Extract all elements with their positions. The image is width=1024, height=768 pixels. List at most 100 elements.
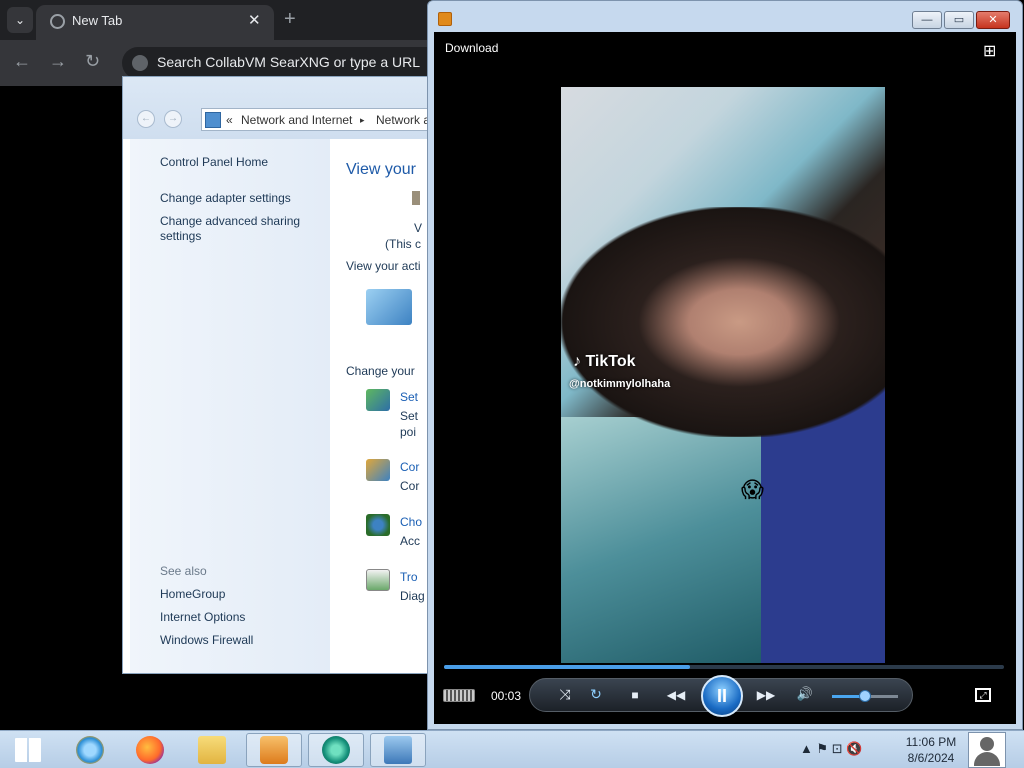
volume-slider[interactable] [832, 690, 898, 702]
shuffle-button[interactable]: ⤨ [554, 686, 576, 703]
taskbar-file-explorer[interactable] [184, 733, 240, 767]
ie-icon [76, 736, 104, 764]
network-map-label: V [414, 221, 423, 235]
browser-tab-bar: ⌄ New Tab ✕ + [0, 0, 430, 40]
new-tab-button[interactable]: + [284, 8, 296, 31]
see-also-internet-options[interactable]: Internet Options [160, 610, 245, 625]
homegroup-icon [366, 514, 390, 536]
control-panel-frame: ← → « Network and Internet ▸ Network a [123, 77, 427, 139]
media-player-window: — ▭ ✕ Download ⊞ ♪ TikTok @notkimmylolha… [427, 0, 1023, 730]
see-also-heading: See also [160, 564, 207, 578]
explorer-icon [198, 736, 226, 764]
active-networks-heading: View your acti [346, 259, 421, 273]
search-engine-icon [132, 55, 148, 71]
change-settings-heading: Change your [346, 364, 415, 378]
tiktok-watermark: ♪ TikTok [573, 353, 636, 370]
next-button[interactable]: ▶▶ [750, 688, 782, 702]
video-frame[interactable]: ♪ TikTok @notkimmylolhaha 😱 [561, 87, 885, 663]
minimize-button[interactable]: — [912, 11, 942, 29]
taskbar-internet-explorer[interactable] [62, 733, 118, 767]
tiktok-handle: @notkimmylolhaha [569, 378, 671, 390]
breadcrumb-separator: « [226, 113, 233, 127]
cp-address-bar[interactable]: « Network and Internet ▸ Network a [201, 108, 427, 131]
task-desc-setup-2: poi [400, 425, 417, 439]
taskbar-control-panel[interactable] [370, 733, 426, 767]
firefox-icon [136, 736, 164, 764]
previous-button[interactable]: ◀◀ [660, 688, 692, 702]
sidebar-change-adapter-settings[interactable]: Change adapter settings [160, 191, 291, 206]
see-also-homegroup[interactable]: HomeGroup [160, 587, 225, 602]
clock-time: 11:06 PM [905, 735, 957, 749]
close-button[interactable]: ✕ [976, 11, 1010, 29]
user-head-icon [980, 737, 994, 751]
task-link-connect[interactable]: Cor [400, 460, 419, 474]
forward-button[interactable]: → [49, 51, 67, 72]
taskbar: ▲ ⚑ ⊡ 🔇 11:06 PM 8/6/2024 [0, 730, 1024, 768]
see-also-windows-firewall[interactable]: Windows Firewall [160, 633, 253, 648]
scream-emoji: 😱 [741, 477, 764, 502]
taskbar-firefox[interactable] [122, 733, 178, 767]
media-player-icon [438, 12, 452, 26]
page-title: View your [346, 161, 416, 178]
fullscreen-icon[interactable]: ⤢ [975, 688, 991, 702]
reload-button[interactable]: ↻ [85, 51, 100, 72]
troubleshoot-icon [366, 569, 390, 591]
repeat-button[interactable]: ↻ [585, 686, 607, 703]
task-desc-homegroup: Acc [400, 534, 421, 548]
taskbar-messenger[interactable] [308, 733, 364, 767]
tab-favicon-icon [50, 14, 65, 29]
task-link-troubleshoot[interactable]: Tro [400, 570, 418, 584]
clock-date: 8/6/2024 [907, 751, 955, 765]
task-desc-setup-1: Set [400, 409, 419, 423]
download-label[interactable]: Download [445, 41, 498, 55]
control-panel-icon [205, 112, 221, 128]
cp-back-button[interactable]: ← [137, 110, 155, 128]
control-panel-window: ← → « Network and Internet ▸ Network a C… [122, 76, 428, 674]
breadcrumb-arrow-icon[interactable]: ▸ [360, 115, 365, 126]
task-desc-troubleshoot: Diag [400, 589, 425, 603]
transport-controls: ⤨ ↻ ■ ◀◀ II ▶▶ 🔊 [529, 675, 913, 717]
user-avatar[interactable] [968, 732, 1006, 768]
seek-bar[interactable] [444, 665, 1004, 669]
switch-to-library-icon[interactable]: ⊞ [983, 41, 996, 61]
mute-button[interactable]: 🔊 [794, 686, 816, 702]
seek-bar-progress [444, 665, 691, 669]
elapsed-time: 00:03 [491, 689, 522, 703]
task-link-setup[interactable]: Set [400, 390, 418, 404]
grip-icon [443, 689, 475, 702]
network-building-icon [366, 289, 412, 325]
user-body-icon [974, 752, 1000, 766]
back-button[interactable]: ← [13, 51, 31, 72]
messenger-icon [322, 736, 350, 764]
start-icon [15, 738, 41, 762]
taskbar-media-player[interactable] [246, 733, 302, 767]
breadcrumb-network-sharing[interactable]: Network a [376, 113, 427, 127]
restore-button[interactable]: ▭ [944, 11, 974, 29]
task-link-homegroup[interactable]: Cho [400, 515, 422, 529]
sidebar-change-advanced-sharing[interactable]: Change advanced sharing settings [160, 214, 310, 244]
notification-tray[interactable]: ▲ ⚑ ⊡ 🔇 [800, 741, 862, 757]
setup-connection-icon [366, 389, 390, 411]
tab-close-icon[interactable]: ✕ [248, 11, 261, 29]
clock[interactable]: 11:06 PM 8/6/2024 [900, 734, 962, 766]
cp-main-pane: View your V (This c View your acti Chang… [330, 139, 427, 673]
breadcrumb-network-and-internet[interactable]: Network and Internet [241, 113, 352, 127]
cp-forward-button[interactable]: → [164, 110, 182, 128]
network-map-icon [412, 191, 420, 205]
stop-button[interactable]: ■ [624, 688, 646, 702]
network-map-note: (This c [385, 237, 421, 251]
video-stage[interactable]: Download ⊞ ♪ TikTok @notkimmylolhaha 😱 0… [434, 32, 1016, 724]
sidebar-control-panel-home[interactable]: Control Panel Home [160, 155, 268, 170]
video-pool-region [561, 417, 771, 663]
tab-title: New Tab [72, 13, 123, 28]
browser-tab[interactable]: New Tab ✕ [36, 5, 274, 40]
start-button[interactable] [0, 733, 56, 767]
media-player-taskbar-icon [260, 736, 288, 764]
cp-sidebar: Control Panel Home Change adapter settin… [130, 139, 330, 673]
tab-search-button[interactable]: ⌄ [7, 7, 33, 33]
connect-network-icon [366, 459, 390, 481]
volume-thumb[interactable] [859, 690, 871, 702]
pause-button[interactable]: II [701, 675, 743, 717]
omnibox[interactable]: Search CollabVM SearXNG or type a URL [122, 47, 430, 79]
control-panel-taskbar-icon [384, 736, 412, 764]
